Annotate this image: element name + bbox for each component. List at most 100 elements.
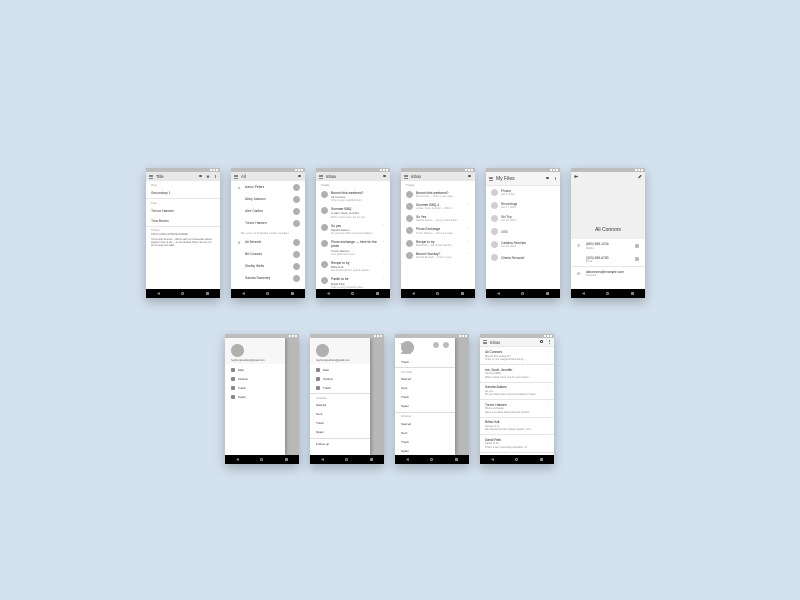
drawer-item[interactable]: Spam — [395, 446, 455, 455]
list-item[interactable]: Tina Brown — [146, 216, 220, 226]
more-icon[interactable] — [553, 177, 557, 181]
recents-icon[interactable] — [546, 292, 549, 295]
home-icon[interactable] — [430, 458, 433, 461]
drawer-item[interactable]: Trash — [225, 383, 285, 392]
file-category[interactable]: Ski TripJan 28, 2014 — [486, 212, 560, 225]
search-icon[interactable] — [199, 175, 203, 179]
home-icon[interactable] — [266, 292, 269, 295]
scrim[interactable] — [455, 338, 469, 455]
back-icon[interactable] — [242, 292, 245, 295]
recents-icon[interactable] — [461, 292, 464, 295]
drawer-item[interactable]: Starred — [310, 401, 370, 410]
list-item[interactable]: Trevor Hansen — [146, 206, 220, 216]
file-category[interactable]: OSX — [486, 225, 560, 238]
thread-item[interactable]: Ali ConnorsBrunch this weekend?I'll be i… — [480, 347, 554, 364]
drawer-item[interactable]: Starred — [395, 419, 455, 428]
email-item[interactable]: So YesSandra Adams — Do you have Paris… … — [401, 213, 475, 225]
star-icon[interactable]: ☆ — [467, 203, 469, 206]
contact-item[interactable]: Shelby Wells — [231, 260, 305, 272]
recents-icon[interactable] — [631, 292, 634, 295]
contact-item[interactable]: Sandra Sweeney — [231, 272, 305, 284]
scrim[interactable] — [285, 338, 299, 455]
home-icon[interactable] — [521, 292, 524, 295]
message-icon[interactable] — [635, 257, 639, 261]
star-icon[interactable]: ☆ — [546, 438, 549, 442]
more-icon[interactable] — [547, 340, 551, 344]
star-icon[interactable]: ☆ — [546, 420, 549, 424]
email-item[interactable]: Brunch Sunday?Sandra Bennett — I'll be i… — [401, 249, 475, 261]
drawer-item[interactable]: Starred — [395, 375, 455, 384]
contact-item[interactable]: AAaron Peters — [231, 181, 305, 193]
home-icon[interactable] — [351, 292, 354, 295]
home-icon[interactable] — [436, 292, 439, 295]
star-icon[interactable]: ☆ — [546, 350, 549, 354]
drawer-item[interactable]: Follow up — [310, 439, 370, 448]
search-icon[interactable] — [298, 175, 302, 179]
star-icon[interactable]: ☆ — [382, 240, 384, 243]
recents-icon[interactable] — [370, 458, 373, 461]
file-category[interactable]: PhotosJan 9, 2014 — [486, 186, 560, 199]
scrim[interactable] — [370, 338, 384, 455]
star-icon[interactable]: ☆ — [467, 215, 469, 218]
secondary-account-avatar[interactable] — [433, 342, 439, 348]
back-icon[interactable] — [157, 292, 160, 295]
search-icon[interactable] — [383, 175, 387, 179]
menu-icon[interactable] — [319, 175, 323, 179]
star-icon[interactable]: ☆ — [382, 277, 384, 280]
drawer-item[interactable]: Trash — [395, 437, 455, 446]
drawer-item[interactable]: Trash — [395, 357, 455, 366]
back-icon[interactable] — [412, 292, 415, 295]
home-icon[interactable] — [606, 292, 609, 295]
thread-item[interactable]: Sandra AdamsSo yesDo you have Paris reco… — [480, 382, 554, 399]
email-item[interactable]: So yesSandra AdamsDo you have Paris reco… — [316, 221, 390, 238]
star-icon[interactable]: ☆ — [382, 261, 384, 264]
back-icon[interactable] — [321, 458, 324, 461]
thread-item[interactable]: David ParkParikh to beThat's a very inte… — [480, 435, 554, 452]
contact-item[interactable]: Abby Jackson — [231, 193, 305, 205]
drawer-header[interactable]: heyfromjonathan@gmail.com — [225, 338, 285, 364]
back-icon[interactable] — [491, 458, 494, 461]
drawer-header[interactable]: heyfromjonathan@gmail.com — [310, 338, 370, 364]
email-item[interactable]: Brunch this weekend?Ali ConnorsI'll be i… — [316, 188, 390, 205]
star-icon[interactable]: ☆ — [467, 191, 469, 194]
search-icon[interactable] — [546, 177, 550, 181]
star-icon[interactable]: ☆ — [382, 191, 384, 194]
star-icon[interactable]: ☆ — [382, 207, 384, 210]
account-avatar[interactable] — [316, 344, 329, 357]
star-icon[interactable] — [206, 175, 210, 179]
drawer-item[interactable]: Trash — [395, 393, 455, 402]
home-icon[interactable] — [181, 292, 184, 295]
recents-icon[interactable] — [206, 292, 209, 295]
recents-icon[interactable] — [455, 458, 458, 461]
star-icon[interactable]: ☆ — [546, 368, 549, 372]
menu-icon[interactable] — [483, 340, 487, 344]
thread-item[interactable]: Trevor HansenPhoto exchangeHave any idea… — [480, 400, 554, 417]
contact-item[interactable]: Trevor Hansen — [231, 217, 305, 229]
contact-item[interactable]: Bil Connors — [231, 248, 305, 260]
back-icon[interactable] — [574, 175, 578, 179]
email-item[interactable]: Photo exchange — here for the photoTrevo… — [316, 238, 390, 259]
email-item[interactable]: Recipe to tryBritta HoltWe should eat th… — [316, 258, 390, 275]
drawer-item[interactable]: Sent — [395, 384, 455, 393]
star-icon[interactable]: ☆ — [467, 252, 469, 255]
star-icon[interactable]: ☆ — [467, 227, 469, 230]
edit-icon[interactable] — [638, 175, 642, 179]
contact-item[interactable]: BAli Bennett — [231, 236, 305, 248]
menu-icon[interactable] — [234, 175, 238, 179]
back-icon[interactable] — [236, 458, 239, 461]
email-item[interactable]: Summer BBQ 4to Alex, Scott, Jennifer — W… — [401, 200, 475, 212]
home-icon[interactable] — [515, 458, 518, 461]
star-icon[interactable]: ☆ — [382, 224, 384, 227]
recents-icon[interactable] — [291, 292, 294, 295]
recents-icon[interactable] — [376, 292, 379, 295]
search-icon[interactable] — [468, 175, 472, 179]
account-avatar[interactable] — [401, 341, 414, 354]
drawer-item[interactable]: Mail — [225, 365, 285, 374]
menu-icon[interactable] — [404, 175, 408, 179]
drawer-item[interactable]: Trash — [310, 383, 370, 392]
back-icon[interactable] — [327, 292, 330, 295]
drawer-item[interactable]: Spam — [310, 428, 370, 437]
drawer-item[interactable]: Outbox — [225, 374, 285, 383]
drawer-item[interactable]: Spam — [395, 402, 455, 411]
email-item[interactable]: Recipe to tryBritta Holt — We should eat… — [401, 237, 475, 249]
